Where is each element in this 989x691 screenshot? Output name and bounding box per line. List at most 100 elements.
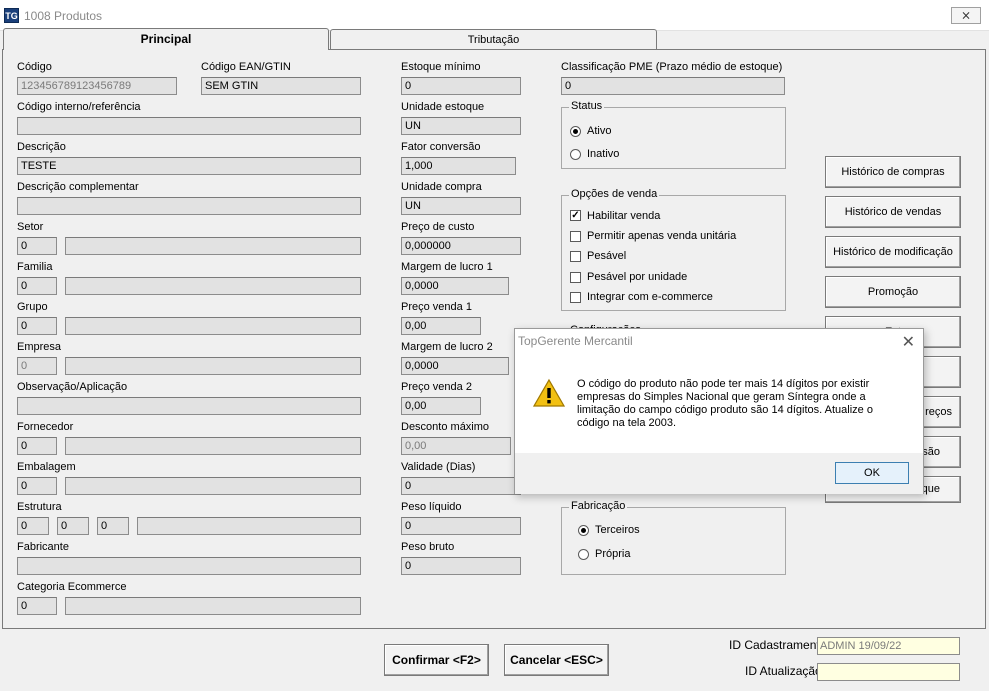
descricao-label: Descrição	[17, 141, 66, 153]
id-cadastramento-label: ID Cadastramento	[729, 638, 827, 652]
peso-liquido-field[interactable]: 0	[401, 517, 521, 535]
fornecedor-name-field[interactable]	[65, 437, 361, 455]
id-atualizacao-field	[817, 663, 960, 681]
codigo-interno-field[interactable]	[17, 117, 361, 135]
descricao-comp-field[interactable]	[17, 197, 361, 215]
margem2-field[interactable]: 0,0000	[401, 357, 509, 375]
codigo-interno-label: Código interno/referência	[17, 101, 141, 113]
categoria-code-field[interactable]: 0	[17, 597, 57, 615]
descricao-comp-label: Descrição complementar	[17, 181, 139, 193]
confirm-button[interactable]: Confirmar <F2>	[384, 644, 489, 676]
desconto-field[interactable]: 0,00	[401, 437, 511, 455]
status-inativo-label: Inativo	[587, 148, 620, 160]
fabricacao-terceiros-radio[interactable]	[578, 525, 589, 536]
historico-modificacao-button[interactable]: Histórico de modificação	[825, 236, 961, 268]
dialog-title: TopGerente Mercantil	[518, 334, 633, 348]
window-close-button[interactable]: ⨯	[951, 7, 981, 24]
fabricante-field[interactable]	[17, 557, 361, 575]
preco1-field[interactable]: 0,00	[401, 317, 481, 335]
observacao-field[interactable]	[17, 397, 361, 415]
validade-label: Validade (Dias)	[401, 461, 476, 473]
title-bar: TG 1008 Produtos ⨯	[0, 0, 989, 31]
fabricacao-propria-radio[interactable]	[578, 549, 589, 560]
margem1-label: Margem de lucro 1	[401, 261, 493, 273]
setor-label: Setor	[17, 221, 44, 233]
embalagem-label: Embalagem	[17, 461, 76, 473]
estrutura-label: Estrutura	[17, 501, 62, 513]
descricao-field[interactable]: TESTE	[17, 157, 361, 175]
status-title: Status	[569, 100, 605, 112]
dialog-ok-button[interactable]: OK	[835, 462, 909, 484]
opcoes-venda-title: Opções de venda	[569, 188, 660, 200]
familia-label: Familia	[17, 261, 53, 273]
pme-label: Classificação PME (Prazo médio de estoqu…	[561, 61, 783, 73]
empresa-name-field[interactable]	[65, 357, 361, 375]
ean-label: Código EAN/GTIN	[201, 61, 291, 73]
preco1-label: Preço venda 1	[401, 301, 472, 313]
unidade-estoque-label: Unidade estoque	[401, 101, 485, 113]
familia-code-field[interactable]: 0	[17, 277, 57, 295]
habilitar-venda-checkbox[interactable]: ✓	[570, 210, 581, 221]
fornecedor-code-field[interactable]: 0	[17, 437, 57, 455]
embalagem-code-field[interactable]: 0	[17, 477, 57, 495]
unidade-compra-field[interactable]: UN	[401, 197, 521, 215]
embalagem-name-field[interactable]	[65, 477, 361, 495]
fabricacao-title: Fabricação	[569, 500, 628, 512]
setor-code-field[interactable]: 0	[17, 237, 57, 255]
estrutura-field-1[interactable]: 0	[17, 517, 49, 535]
peso-bruto-label: Peso bruto	[401, 541, 455, 553]
fornecedor-label: Fornecedor	[17, 421, 74, 433]
fator-field[interactable]: 1,000	[401, 157, 516, 175]
pme-field[interactable]: 0	[561, 77, 785, 95]
estrutura-name-field[interactable]	[137, 517, 361, 535]
status-inativo-radio[interactable]	[570, 149, 581, 160]
grupo-name-field[interactable]	[65, 317, 361, 335]
cancel-button[interactable]: Cancelar <ESC>	[504, 644, 609, 676]
validade-field[interactable]: 0	[401, 477, 521, 495]
setor-name-field[interactable]	[65, 237, 361, 255]
dialog-close-icon[interactable]: ✕	[902, 332, 915, 352]
estrutura-field-3[interactable]: 0	[97, 517, 129, 535]
ecommerce-checkbox[interactable]	[570, 292, 581, 303]
grupo-code-field[interactable]: 0	[17, 317, 57, 335]
empresa-code-field[interactable]: 0	[17, 357, 57, 375]
alert-dialog: TopGerente Mercantil ✕ O código do produ…	[514, 328, 924, 494]
ean-field[interactable]: SEM GTIN	[201, 77, 361, 95]
codigo-field[interactable]: 123456789123456789	[17, 77, 177, 95]
fabricacao-group: Fabricação	[561, 500, 786, 575]
preco2-field[interactable]: 0,00	[401, 397, 481, 415]
estrutura-field-2[interactable]: 0	[57, 517, 89, 535]
margem2-label: Margem de lucro 2	[401, 341, 493, 353]
pesavel-label: Pesável	[587, 250, 627, 262]
tab-tributacao[interactable]: Tributação	[330, 29, 657, 49]
fabricante-label: Fabricante	[17, 541, 69, 553]
venda-unitaria-label: Permitir apenas venda unitária	[587, 230, 737, 242]
categoria-name-field[interactable]	[65, 597, 361, 615]
pesavel-checkbox[interactable]	[570, 251, 581, 262]
fabricacao-terceiros-label: Terceiros	[595, 524, 640, 536]
codigo-label: Código	[17, 61, 52, 73]
familia-name-field[interactable]	[65, 277, 361, 295]
preco-custo-label: Preço de custo	[401, 221, 475, 233]
ecommerce-label: Integrar com e-commerce	[587, 291, 713, 303]
pesavel-unidade-checkbox[interactable]	[570, 272, 581, 283]
promocao-button[interactable]: Promoção	[825, 276, 961, 308]
estoque-min-label: Estoque mínimo	[401, 61, 481, 73]
unidade-estoque-field[interactable]: UN	[401, 117, 521, 135]
empresa-label: Empresa	[17, 341, 62, 353]
venda-unitaria-checkbox[interactable]	[570, 231, 581, 242]
estoque-min-field[interactable]: 0	[401, 77, 521, 95]
habilitar-venda-label: Habilitar venda	[587, 210, 661, 222]
historico-vendas-button[interactable]: Histórico de vendas	[825, 196, 961, 228]
status-ativo-radio[interactable]	[570, 126, 581, 137]
dialog-footer: OK	[515, 453, 923, 494]
preco-custo-field[interactable]: 0,000000	[401, 237, 521, 255]
margem1-field[interactable]: 0,0000	[401, 277, 509, 295]
dialog-message: O código do produto não pode ter mais 14…	[577, 378, 873, 429]
desconto-label: Desconto máximo	[401, 421, 490, 433]
grupo-label: Grupo	[17, 301, 48, 313]
historico-compras-button[interactable]: Histórico de compras	[825, 156, 961, 188]
fabricacao-propria-label: Própria	[595, 548, 631, 560]
tab-principal[interactable]: Principal	[3, 28, 329, 50]
peso-bruto-field[interactable]: 0	[401, 557, 521, 575]
